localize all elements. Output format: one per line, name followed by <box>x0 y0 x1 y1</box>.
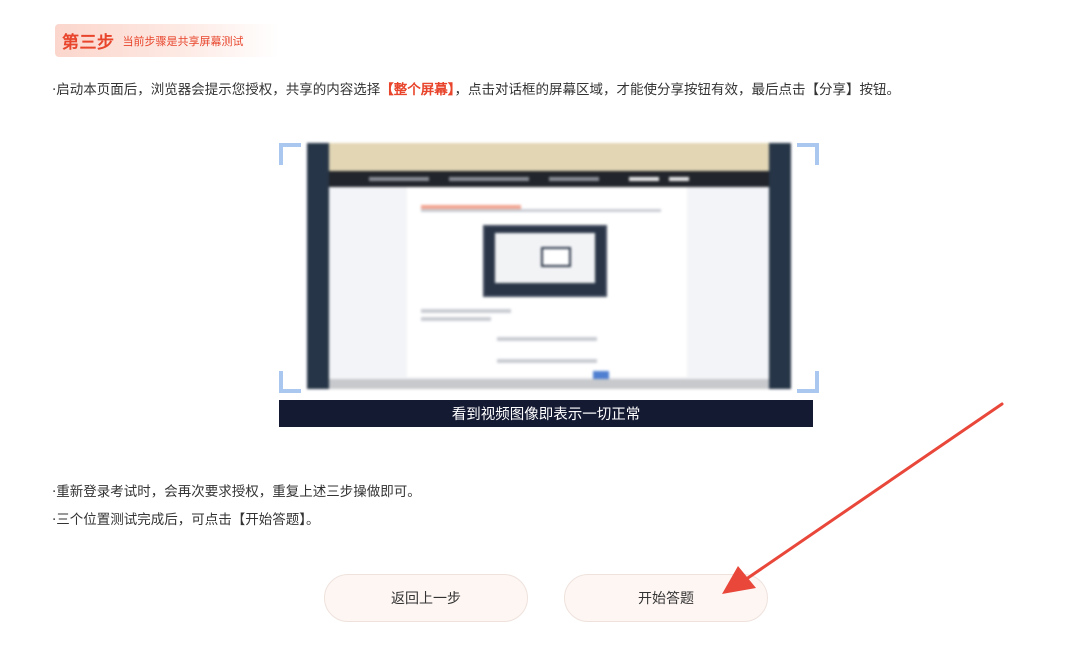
instruction-text: ·启动本页面后，浏览器会提示您授权，共享的内容选择 <box>52 82 381 98</box>
instruction-line-3: ·三个位置测试完成后，可点击【开始答题】。 <box>52 512 320 528</box>
frame-corner <box>797 371 819 393</box>
instruction-line-1: ·启动本页面后，浏览器会提示您授权，共享的内容选择【整个屏幕】，点击对话框的屏幕… <box>52 78 900 98</box>
shared-screen-image <box>307 143 791 389</box>
back-button[interactable]: 返回上一步 <box>324 574 528 622</box>
step-badge: 第三步 当前步骤是共享屏幕测试 <box>55 24 279 57</box>
instruction-highlight: 【整个屏幕】 <box>380 82 455 98</box>
instruction-text: ，点击对话框的屏幕区域，才能使分享按钮有效，最后点击【分享】按钮。 <box>454 82 901 98</box>
frame-corner <box>797 143 819 165</box>
frame-corner <box>279 143 301 165</box>
step-subtitle: 当前步骤是共享屏幕测试 <box>122 34 244 48</box>
frame-corner <box>279 371 301 393</box>
instruction-line-2: ·重新登录考试时，会再次要求授权，重复上述三步操做即可。 <box>52 484 421 500</box>
step-title: 第三步 <box>62 33 115 53</box>
screen-share-preview <box>279 143 819 393</box>
preview-caption: 看到视频图像即表示一切正常 <box>279 400 813 427</box>
start-answering-button[interactable]: 开始答题 <box>564 574 768 622</box>
